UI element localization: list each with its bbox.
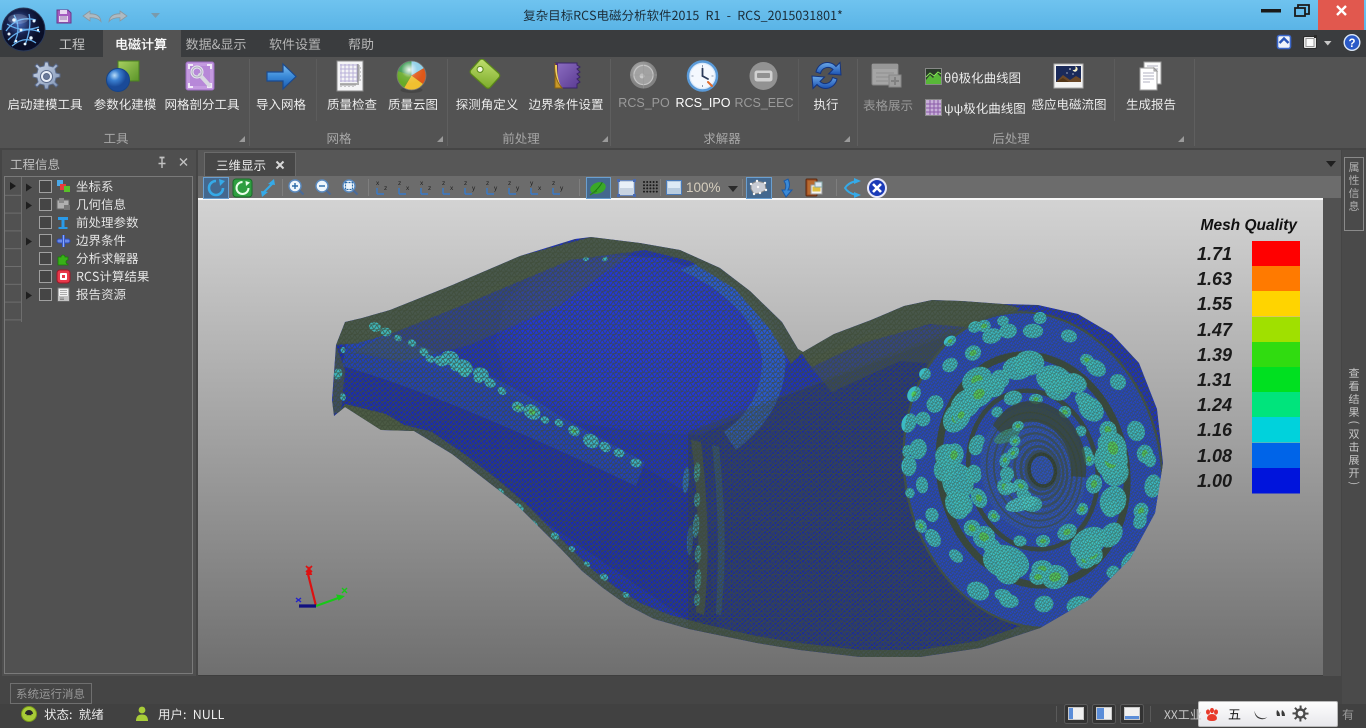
svg-text:1.47: 1.47 bbox=[1197, 320, 1233, 340]
svg-text:1.00: 1.00 bbox=[1197, 471, 1232, 491]
svg-text:1.71: 1.71 bbox=[1197, 244, 1232, 264]
svg-text:y: y bbox=[472, 185, 476, 192]
svg-text:x: x bbox=[376, 180, 380, 187]
svg-text:y: y bbox=[516, 185, 520, 192]
svg-text:z: z bbox=[442, 180, 445, 187]
svg-text:z: z bbox=[398, 180, 401, 187]
svg-text:1.63: 1.63 bbox=[1197, 269, 1232, 289]
svg-text:z: z bbox=[486, 180, 489, 187]
svg-text:x: x bbox=[538, 185, 542, 192]
svg-text:y: y bbox=[530, 180, 534, 187]
svg-text:x: x bbox=[420, 180, 424, 187]
svg-text:Mesh Quality: Mesh Quality bbox=[1201, 217, 1299, 234]
svg-text:1.24: 1.24 bbox=[1197, 395, 1232, 415]
svg-text:1.16: 1.16 bbox=[1197, 420, 1233, 440]
svg-text:1.08: 1.08 bbox=[1197, 446, 1232, 466]
svg-text:z: z bbox=[384, 185, 387, 192]
svg-text:x: x bbox=[406, 185, 410, 192]
svg-text:z: z bbox=[428, 185, 431, 192]
svg-text:z: z bbox=[508, 180, 511, 187]
svg-text:1.55: 1.55 bbox=[1197, 294, 1233, 314]
svg-text:z: z bbox=[464, 180, 467, 187]
svg-text:1.39: 1.39 bbox=[1197, 345, 1232, 365]
svg-text:y: y bbox=[494, 185, 498, 192]
svg-text:?: ? bbox=[1348, 38, 1355, 50]
svg-text:z: z bbox=[552, 180, 555, 187]
svg-text:x: x bbox=[450, 185, 454, 192]
svg-text:y: y bbox=[560, 185, 564, 192]
svg-text:1.31: 1.31 bbox=[1197, 370, 1232, 390]
